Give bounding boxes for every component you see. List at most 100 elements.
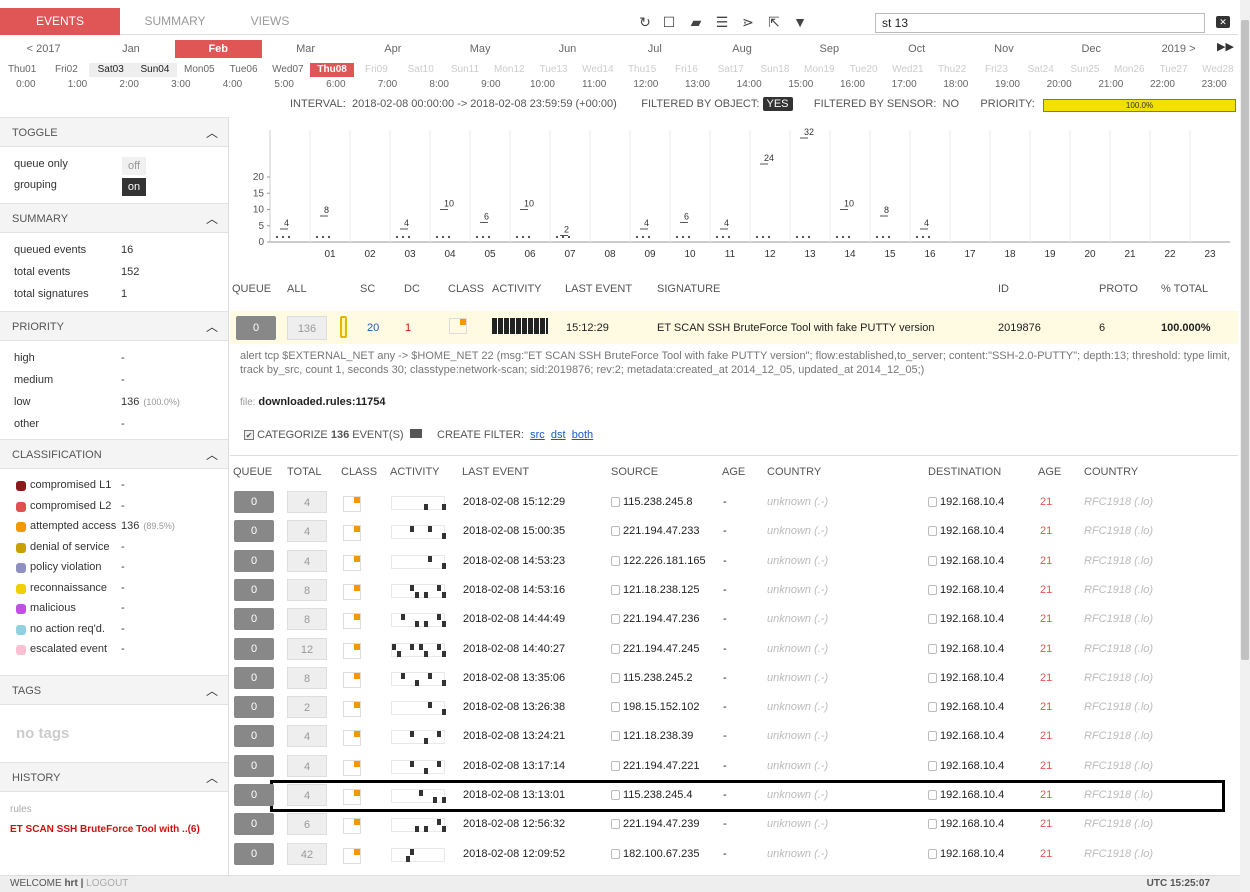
- event-destination-ip[interactable]: 192.168.10.4: [928, 488, 1004, 516]
- month-3[interactable]: Mar: [262, 40, 349, 58]
- checkbox-icon[interactable]: [928, 526, 937, 537]
- list-icon[interactable]: ☰: [714, 14, 730, 30]
- event-column-header[interactable]: AGE: [722, 466, 745, 478]
- source-ip-text[interactable]: 221.194.47.233: [623, 525, 699, 537]
- hour-6[interactable]: 6:00: [310, 78, 362, 92]
- day-20[interactable]: Wed21: [886, 63, 930, 77]
- day-15[interactable]: Fri16: [664, 63, 708, 77]
- event-column-header[interactable]: LAST EVENT: [462, 466, 529, 478]
- day-14[interactable]: Thu15: [620, 63, 664, 77]
- destination-ip-text[interactable]: 192.168.10.4: [940, 555, 1004, 567]
- event-source-ip[interactable]: 221.194.47.236: [611, 605, 699, 633]
- source-ip-text[interactable]: 198.15.152.102: [623, 701, 699, 713]
- event-queue-button[interactable]: 0: [234, 608, 274, 631]
- hour-19[interactable]: 19:00: [982, 78, 1034, 92]
- event-destination-ip[interactable]: 192.168.10.4: [928, 664, 1004, 692]
- checkbox-icon[interactable]: [611, 848, 620, 859]
- event-source-ip[interactable]: 121.18.238.39: [611, 722, 693, 750]
- classification-label[interactable]: attempted access: [30, 520, 116, 532]
- hour-11[interactable]: 11:00: [568, 78, 620, 92]
- destination-ip-text[interactable]: 192.168.10.4: [940, 496, 1004, 508]
- event-source-ip[interactable]: 221.194.47.245: [611, 635, 699, 663]
- event-column-header[interactable]: QUEUE: [233, 466, 272, 478]
- event-column-header[interactable]: CLASS: [341, 466, 377, 478]
- month-13[interactable]: 2019 >: [1135, 40, 1222, 58]
- signature-column-header[interactable]: CLASS: [448, 283, 484, 295]
- classification-label[interactable]: reconnaissance: [30, 582, 107, 594]
- day-18[interactable]: Mon19: [797, 63, 841, 77]
- month-10[interactable]: Oct: [873, 40, 960, 58]
- external-link-icon[interactable]: ⇱: [766, 14, 782, 30]
- event-row[interactable]: 0 4 2018-02-08 15:12:29 115.238.245.8 - unkno…: [230, 488, 1238, 516]
- chevron-up-icon[interactable]: ︿: [206, 118, 218, 148]
- signature-sc[interactable]: 20: [367, 322, 379, 334]
- destination-ip-text[interactable]: 192.168.10.4: [940, 848, 1004, 860]
- event-source-ip[interactable]: 115.238.245.8: [611, 488, 693, 516]
- checkbox-icon[interactable]: [611, 760, 620, 771]
- event-column-header[interactable]: DESTINATION: [928, 466, 1001, 478]
- classification-label[interactable]: denial of service: [30, 541, 110, 553]
- event-queue-button[interactable]: 0: [234, 696, 274, 719]
- signature-column-header[interactable]: QUEUE: [232, 283, 271, 295]
- hour-0[interactable]: 0:00: [0, 78, 52, 92]
- event-destination-ip[interactable]: 192.168.10.4: [928, 693, 1004, 721]
- chevron-up-icon[interactable]: ︿: [206, 204, 218, 234]
- month-12[interactable]: Dec: [1048, 40, 1135, 58]
- signature-column-header[interactable]: PROTO: [1099, 283, 1138, 295]
- event-row[interactable]: 0 4 2018-02-08 14:53:23 122.226.181.165 - unk…: [230, 547, 1238, 575]
- event-row[interactable]: 0 8 2018-02-08 14:53:16 121.18.238.125 - unkn…: [230, 576, 1238, 604]
- chevron-up-icon[interactable]: ︿: [206, 440, 218, 470]
- hour-8[interactable]: 8:00: [413, 78, 465, 92]
- event-queue-button[interactable]: 0: [234, 578, 274, 601]
- classification-label[interactable]: policy violation: [30, 561, 102, 573]
- destination-ip-text[interactable]: 192.168.10.4: [940, 525, 1004, 537]
- hour-10[interactable]: 10:00: [517, 78, 569, 92]
- hour-21[interactable]: 21:00: [1085, 78, 1137, 92]
- day-25[interactable]: Mon26: [1107, 63, 1151, 77]
- hour-5[interactable]: 5:00: [258, 78, 310, 92]
- source-ip-text[interactable]: 115.238.245.8: [623, 496, 693, 508]
- event-queue-button[interactable]: 0: [234, 784, 274, 806]
- classification-label[interactable]: malicious: [30, 602, 76, 614]
- event-column-header[interactable]: COUNTRY: [1084, 466, 1138, 478]
- day-9[interactable]: Sat10: [399, 63, 443, 77]
- signature-name[interactable]: ET SCAN SSH BruteForce Tool with fake PU…: [657, 322, 935, 334]
- day-7[interactable]: Thu08: [310, 63, 355, 77]
- day-5[interactable]: Tue06: [221, 63, 265, 77]
- event-column-header[interactable]: TOTAL: [287, 466, 321, 478]
- event-queue-button[interactable]: 0: [234, 842, 274, 865]
- classification-label[interactable]: compromised L1: [30, 479, 111, 491]
- fast-forward-icon[interactable]: ▶▶: [1217, 40, 1234, 53]
- checkbox-icon[interactable]: [611, 584, 620, 595]
- checkbox-icon[interactable]: [611, 643, 620, 654]
- event-column-header[interactable]: COUNTRY: [767, 466, 821, 478]
- day-24[interactable]: Sun25: [1063, 63, 1107, 77]
- signature-column-header[interactable]: SC: [360, 283, 375, 295]
- hour-12[interactable]: 12:00: [620, 78, 672, 92]
- day-26[interactable]: Tue27: [1151, 63, 1195, 77]
- source-ip-text[interactable]: 115.238.245.4: [623, 789, 693, 801]
- hour-17[interactable]: 17:00: [878, 78, 930, 92]
- destination-ip-text[interactable]: 192.168.10.4: [940, 730, 1004, 742]
- source-ip-text[interactable]: 221.194.47.221: [623, 760, 699, 772]
- day-0[interactable]: Thu01: [0, 63, 44, 77]
- expand-icon[interactable]: ☐: [661, 14, 677, 30]
- tab-summary[interactable]: SUMMARY: [120, 8, 230, 35]
- classification-label[interactable]: escalated event: [30, 643, 107, 655]
- day-4[interactable]: Mon05: [177, 63, 221, 77]
- event-destination-ip[interactable]: 192.168.10.4: [928, 605, 1004, 633]
- checkbox-icon[interactable]: [928, 702, 937, 713]
- checkbox-icon[interactable]: [611, 819, 620, 830]
- filter-src-link[interactable]: src: [530, 429, 545, 441]
- grouping-toggle[interactable]: on: [122, 178, 146, 196]
- day-27[interactable]: Wed28: [1196, 63, 1240, 77]
- classification-label[interactable]: compromised L2: [30, 500, 111, 512]
- day-23[interactable]: Sat24: [1019, 63, 1063, 77]
- day-22[interactable]: Fri23: [974, 63, 1018, 77]
- month-2[interactable]: Feb: [174, 40, 262, 58]
- day-19[interactable]: Tue20: [841, 63, 885, 77]
- hour-14[interactable]: 14:00: [723, 78, 775, 92]
- month-11[interactable]: Nov: [960, 40, 1047, 58]
- filter-icon[interactable]: ▼: [792, 14, 808, 30]
- checkbox-icon[interactable]: [611, 731, 620, 742]
